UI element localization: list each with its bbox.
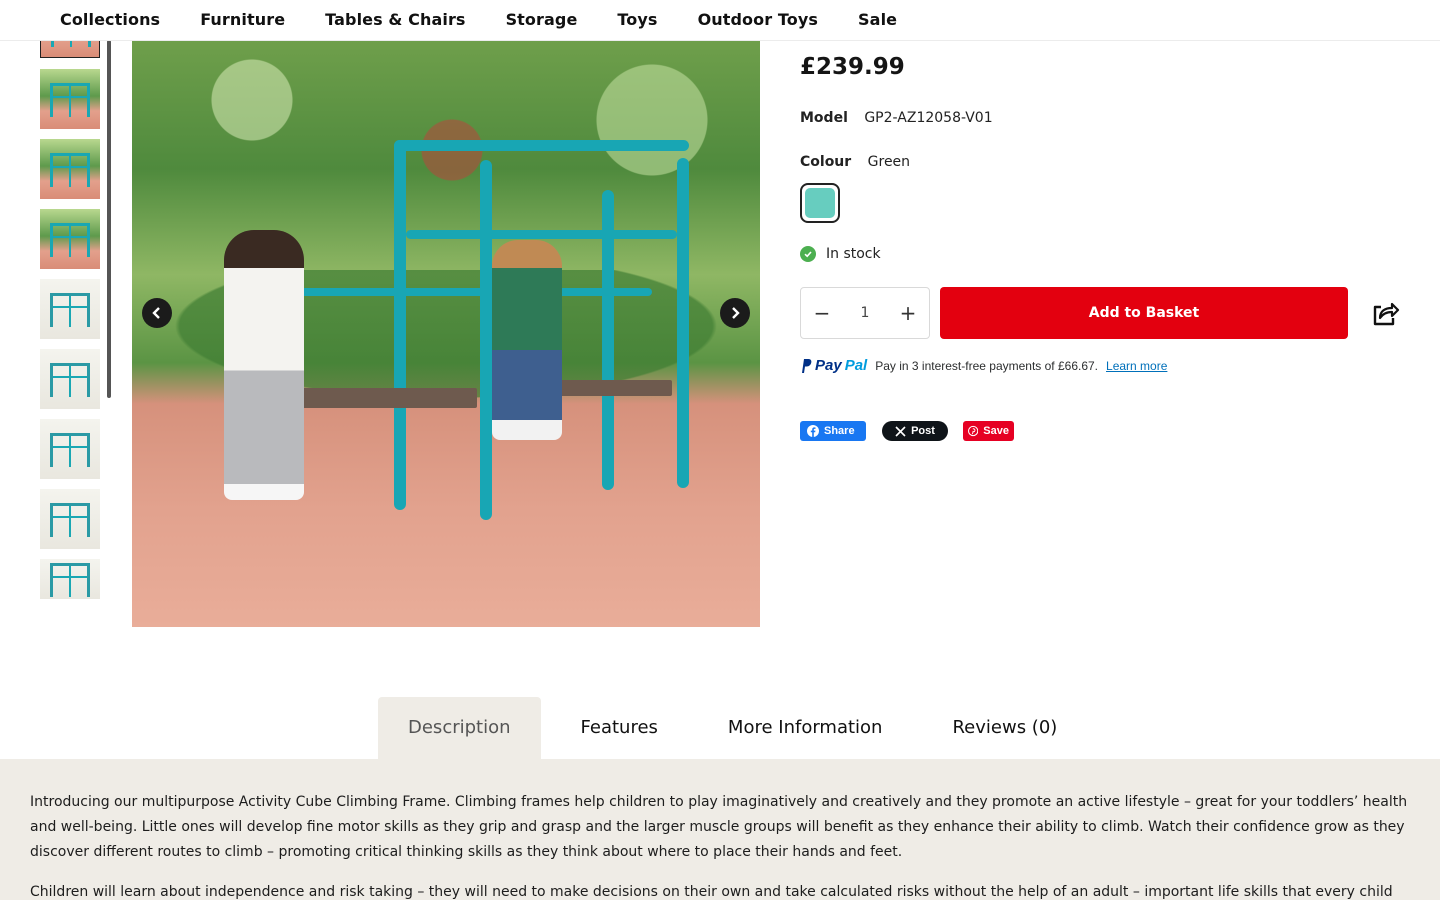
paypal-installments-text: Pay in 3 interest-free payments of £66.6… <box>875 358 1099 373</box>
thumbnail-image[interactable] <box>40 209 100 269</box>
paypal-logo: Pay Pal <box>800 357 867 374</box>
thumbnail-image[interactable] <box>40 139 100 199</box>
swatch-fill <box>805 188 835 218</box>
previous-image-button[interactable] <box>142 298 172 328</box>
pinterest-save-button[interactable]: Save <box>963 421 1014 441</box>
stock-text: In stock <box>826 246 881 262</box>
model-row: Model GP2-AZ12058-V01 <box>800 110 993 126</box>
colour-label: Colour <box>800 154 852 170</box>
x-logo-icon <box>895 425 906 437</box>
nav-menu: Collections Furniture Tables & Chairs St… <box>0 0 1440 40</box>
thumbnail-image[interactable] <box>40 69 100 129</box>
model-value: GP2-AZ12058-V01 <box>864 110 993 126</box>
thumbnail-image[interactable] <box>40 419 100 479</box>
description-panel: Introducing our multipurpose Activity Cu… <box>0 759 1440 900</box>
colour-value: Green <box>867 154 911 170</box>
paypal-p-icon <box>802 358 812 373</box>
description-paragraph: Introducing our multipurpose Activity Cu… <box>30 794 1408 860</box>
product-price: £239.99 <box>800 54 905 80</box>
next-image-button[interactable] <box>720 298 750 328</box>
nav-item-toys[interactable]: Toys <box>617 0 657 40</box>
facebook-share-label: Share <box>824 425 855 437</box>
description-paragraph: Children will learn about independence a… <box>30 884 1393 900</box>
tab-features[interactable]: Features <box>541 697 693 759</box>
share-icon[interactable] <box>1370 298 1400 328</box>
increase-quantity-button[interactable]: + <box>887 288 929 338</box>
thumbnail-image[interactable] <box>40 489 100 549</box>
paypal-logo-pal: Pal <box>844 357 868 374</box>
decrease-quantity-button[interactable]: − <box>801 288 843 338</box>
model-label: Model <box>800 110 848 126</box>
x-post-label: Post <box>911 425 935 437</box>
colour-row: Colour Green <box>800 154 910 170</box>
paypal-logo-pay: Pay <box>815 357 842 374</box>
chevron-right-icon <box>732 307 740 319</box>
quantity-input[interactable] <box>843 304 887 322</box>
paypal-learn-more-link[interactable]: Learn more <box>1106 359 1167 373</box>
check-circle-icon <box>800 246 816 262</box>
add-to-basket-button[interactable]: Add to Basket <box>940 287 1348 339</box>
chevron-left-icon <box>152 307 160 319</box>
facebook-icon <box>807 425 819 437</box>
top-navigation: Collections Furniture Tables & Chairs St… <box>0 0 1440 41</box>
main-product-image <box>132 40 760 627</box>
nav-item-storage[interactable]: Storage <box>506 0 578 40</box>
paypal-message: Pay Pal Pay in 3 interest-free payments o… <box>800 357 1167 374</box>
tab-more-information[interactable]: More Information <box>693 697 918 759</box>
nav-item-sale[interactable]: Sale <box>858 0 897 40</box>
product-tabs: Description Features More Information Re… <box>378 697 1092 759</box>
facebook-share-button[interactable]: Share <box>800 421 866 441</box>
thumbnail-scrollbar[interactable] <box>107 40 111 398</box>
thumbnail-image[interactable] <box>40 279 100 339</box>
nav-item-furniture[interactable]: Furniture <box>200 0 285 40</box>
tab-reviews[interactable]: Reviews (0) <box>917 697 1092 759</box>
x-post-button[interactable]: Post <box>882 421 948 441</box>
thumbnail-image[interactable] <box>40 559 100 599</box>
pinterest-save-label: Save <box>983 425 1009 437</box>
stock-status: In stock <box>800 246 881 262</box>
nav-item-collections[interactable]: Collections <box>60 0 160 40</box>
colour-swatch-green[interactable] <box>800 183 840 223</box>
quantity-stepper: − + <box>800 287 930 339</box>
thumbnail-image[interactable] <box>40 349 100 409</box>
nav-item-outdoor-toys[interactable]: Outdoor Toys <box>698 0 818 40</box>
pinterest-icon <box>968 425 979 437</box>
tab-description[interactable]: Description <box>378 697 541 759</box>
nav-item-tables-chairs[interactable]: Tables & Chairs <box>325 0 465 40</box>
